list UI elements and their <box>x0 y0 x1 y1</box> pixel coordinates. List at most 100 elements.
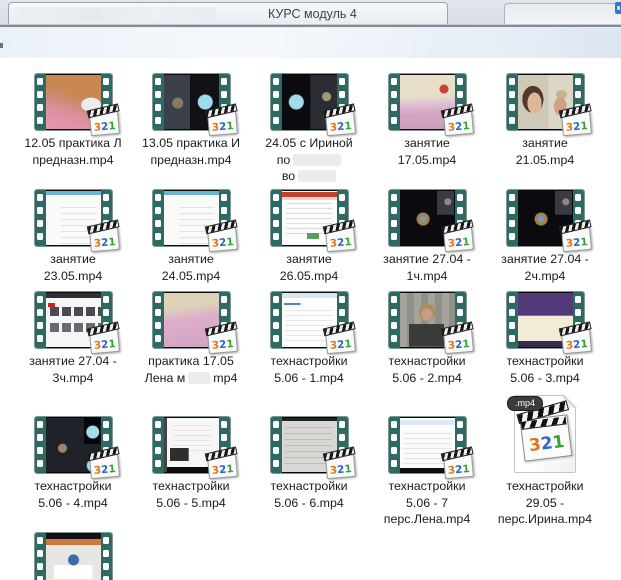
file-name: технастройки 5.06 - 2.mp4 <box>368 353 486 386</box>
mpc-badge-icon: 321 <box>89 329 120 354</box>
file-name-line: технастройки <box>486 353 604 370</box>
file-name-line: Лена мmp4 <box>132 370 250 387</box>
mpc-badge-icon: 321 <box>325 227 356 252</box>
file-name-line: 5.06 - 6.mp4 <box>250 495 368 512</box>
file-item[interactable]: 321 занятие 17.05.mp4 <box>368 74 486 185</box>
filmstrip-edge <box>35 190 46 246</box>
mpc-badge-icon: 321 <box>561 227 592 252</box>
mpc-badge-icon: 321 <box>443 111 474 136</box>
file-name-line: занятие <box>486 135 604 152</box>
mpc-badge-icon: 321 <box>89 111 120 136</box>
mpc-badge-icon: 321 <box>89 454 120 479</box>
tab-area-right[interactable] <box>504 3 621 25</box>
video-thumbnail-icon: 321 <box>153 74 230 130</box>
file-item[interactable]: 321 занятие 21.05.mp4 <box>486 74 604 185</box>
video-thumbnail-icon: 321 <box>271 74 348 130</box>
file-name-line: 23.05.mp4 <box>14 268 132 285</box>
file-name-line: 5.06 - 3.mp4 <box>486 370 604 387</box>
mpc-badge-digits: 321 <box>90 120 118 135</box>
mpc-badge-icon: 321 <box>325 454 356 479</box>
mpc-badge-icon: 321 <box>443 227 474 252</box>
thumbnail-preview <box>46 534 101 580</box>
file-name-line: 29.05 - <box>486 495 604 512</box>
file-name-line: технастройки <box>14 478 132 495</box>
video-thumbnail-icon: 321 <box>389 292 466 348</box>
grid-row: 321 занятие 23.05.mp4 321 занятие 24.05.… <box>14 190 604 284</box>
mpc-badge-icon: 321 <box>207 454 238 479</box>
file-name: технастройки 5.06 - 4.mp4 <box>14 478 132 511</box>
file-name: практика 17.05 Лена мmp4 <box>132 353 250 386</box>
file-name-line: занятие <box>132 251 250 268</box>
filmstrip-edge <box>389 417 400 473</box>
file-item[interactable]: 321 технастройки 5.06 - 3.mp4 <box>486 292 604 386</box>
file-item[interactable]: 321 технастройки 5.06 - 7 перс.Лена.mp4 <box>368 395 486 528</box>
censored-text <box>293 154 341 166</box>
censored-tab-text <box>13 7 216 22</box>
filmstrip-edge <box>35 417 46 473</box>
file-name-line: практика 17.05 <box>132 353 250 370</box>
video-thumbnail-icon: 321 <box>389 417 466 473</box>
file-item[interactable]: .mp4 321 технастройки 29.05 - перс.Ирина… <box>486 395 604 528</box>
file-name-line: 21.05.mp4 <box>486 152 604 169</box>
file-name-line: занятие <box>368 135 486 152</box>
file-item[interactable]: 321 занятие 23.05.mp4 <box>14 190 132 284</box>
file-name: занятие 17.05.mp4 <box>368 135 486 168</box>
filmstrip-edge <box>271 417 282 473</box>
file-name: технастройки 5.06 - 1.mp4 <box>250 353 368 386</box>
file-name: технастройки 5.06 - 7 перс.Лена.mp4 <box>368 478 486 528</box>
file-item[interactable]: 321 занятие 26.05.mp4 <box>250 190 368 284</box>
filmstrip-edge <box>389 292 400 348</box>
mpc-badge-digits: 321 <box>444 236 472 251</box>
file-name-line: 24.05 с Ириной <box>250 135 368 152</box>
video-thumbnail-icon: 321 <box>507 190 584 246</box>
browser-icon-partial[interactable] <box>615 2 621 14</box>
mp4-generic-file-icon: .mp4 321 <box>514 395 576 473</box>
video-thumbnail-icon: 321 <box>389 74 466 130</box>
file-item[interactable]: 321 технастройки 5.06 - 5.mp4 <box>132 395 250 528</box>
file-name-line: 2ч.mp4 <box>486 268 604 285</box>
video-thumbnail-icon: 321 <box>507 292 584 348</box>
file-name-line: во <box>250 168 368 185</box>
grid-row: 321 технастройки 5.06 - 4.mp4 321 технас… <box>14 395 604 528</box>
video-thumbnail-icon: 321 <box>389 190 466 246</box>
mpc-badge-icon: 321 <box>207 227 238 252</box>
file-name: 12.05 практика Л предназн.mp4 <box>14 135 132 168</box>
file-item[interactable]: 321 технастройки 5.06 - 2.mp4 <box>368 292 486 386</box>
video-thumbnail-icon: 321 <box>35 292 112 348</box>
video-thumbnail-icon: 321 <box>271 292 348 348</box>
filmstrip-edge <box>101 533 112 580</box>
filmstrip-edge <box>389 74 400 130</box>
file-name-line: перс.Лена.mp4 <box>368 511 486 528</box>
file-name-line: технастройки <box>368 478 486 495</box>
mpc-badge-digits: 321 <box>444 463 472 478</box>
file-item[interactable]: 321 занятие 27.04 - 3ч.mp4 <box>14 292 132 386</box>
file-item[interactable]: 321 12.05 практика Л предназн.mp4 <box>14 74 132 185</box>
file-item[interactable]: 321 практика 17.05 Лена мmp4 <box>132 292 250 386</box>
mpc-badge-icon: 321 <box>325 329 356 354</box>
file-item[interactable]: 321 занятие 24.05.mp4 <box>132 190 250 284</box>
file-item[interactable] <box>14 533 132 580</box>
mpc-badge-digits: 321 <box>562 236 590 251</box>
file-name: занятие 21.05.mp4 <box>486 135 604 168</box>
file-item[interactable]: 321 технастройки 5.06 - 1.mp4 <box>250 292 368 386</box>
file-item[interactable]: 321 технастройки 5.06 - 6.mp4 <box>250 395 368 528</box>
file-name-line: занятие <box>250 251 368 268</box>
file-item[interactable]: 321 технастройки 5.06 - 4.mp4 <box>14 395 132 528</box>
file-item[interactable]: 321 занятие 27.04 - 1ч.mp4 <box>368 190 486 284</box>
file-item[interactable]: 321 занятие 27.04 - 2ч.mp4 <box>486 190 604 284</box>
file-name: занятие 27.04 - 3ч.mp4 <box>14 353 132 386</box>
mpc-badge-digits: 321 <box>326 236 354 251</box>
file-name-line: перс.Ирина.mp4 <box>486 511 604 528</box>
file-name-line: предназн.mp4 <box>132 152 250 169</box>
filmstrip-edge <box>153 292 164 348</box>
file-item[interactable]: 321 13.05 практика И предназн.mp4 <box>132 74 250 185</box>
filmstrip-edge <box>153 417 164 473</box>
mpc-badge-icon: 321 <box>561 111 592 136</box>
video-thumbnail-icon: 321 <box>507 74 584 130</box>
file-item[interactable]: 321 24.05 с Ириной по во <box>250 74 368 185</box>
file-name-line: 13.05 практика И <box>132 135 250 152</box>
mpc-badge-digits: 321 <box>562 338 590 353</box>
mpc-badge-digits: 321 <box>208 236 236 251</box>
tab-title: КУРС модуль 4 <box>268 7 357 21</box>
folder-tab[interactable]: КУРС модуль 4 <box>8 2 448 25</box>
